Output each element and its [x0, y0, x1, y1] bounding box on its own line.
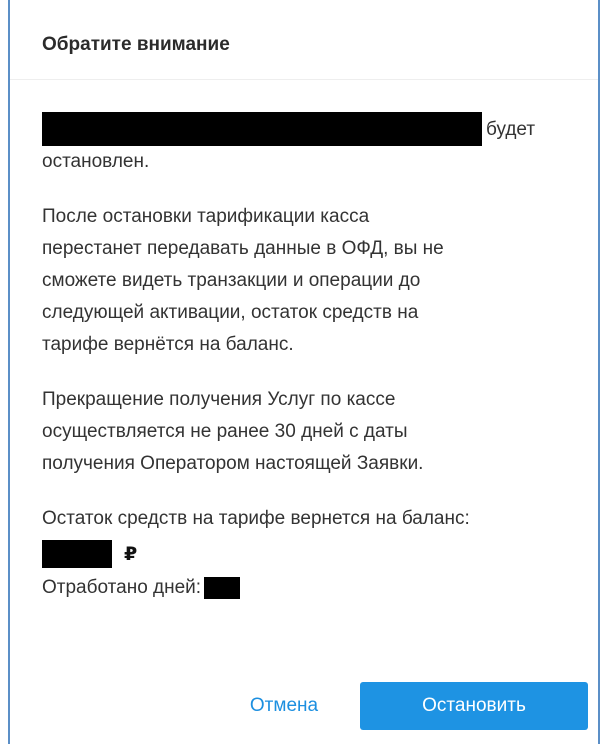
dialog-title: Обратите внимание [10, 0, 598, 80]
explanation-line: следующей активации, остаток средств на [42, 302, 419, 323]
service-termination-note: Прекращение получения Услуг по кассе осу… [42, 384, 598, 480]
termination-line: получения Оператором настоящей Заявки. [42, 453, 424, 474]
dialog-body: будет остановлен. После остановки тарифи… [10, 112, 598, 603]
explanation-line: сможете видеть транзакции и операции до [42, 270, 421, 291]
explanation-line: перестанет передавать данные в ОФД, вы н… [42, 238, 444, 259]
stop-button[interactable]: Остановить [360, 682, 588, 730]
balance-amount-row: ₽ [42, 539, 598, 569]
redacted-balance-amount [42, 540, 112, 568]
worked-days-row: Отработано дней: [42, 573, 598, 603]
dialog-footer: Отмена Остановить [10, 682, 598, 730]
termination-line: осуществляется не ранее 30 дней с даты [42, 421, 408, 442]
explanation-line: После остановки тарификации касса [42, 206, 370, 227]
explanation-line: тарифе вернётся на баланс. [42, 334, 294, 355]
redacted-cash-register-name [42, 112, 482, 146]
stop-tariff-dialog: Обратите внимание будет остановлен. Посл… [8, 0, 600, 744]
notice-suffix: будет [486, 119, 536, 140]
balance-label: Остаток средств на тарифе вернется на ба… [42, 508, 470, 529]
notice-line-2: остановлен. [42, 151, 150, 172]
redacted-worked-days [204, 577, 241, 599]
cash-register-notice: будет остановлен. [42, 112, 598, 178]
cancel-button[interactable]: Отмена [234, 682, 334, 730]
termination-line: Прекращение получения Услуг по кассе [42, 389, 396, 410]
worked-days-label: Отработано дней: [42, 577, 202, 598]
tariff-stop-explanation: После остановки тарификации касса перест… [42, 201, 598, 361]
ruble-sign: ₽ [124, 543, 138, 565]
